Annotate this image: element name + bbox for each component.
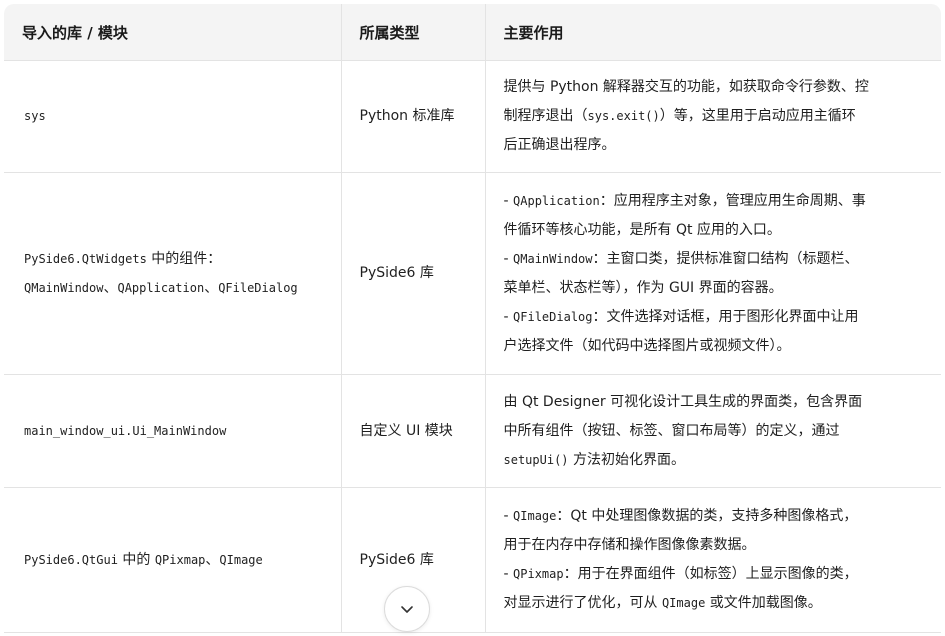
purpose-line: setupUi() 方法初始化界面。 xyxy=(503,451,685,468)
purpose-line: 后正确退出程序。 xyxy=(503,137,616,153)
cell-type: PySide6 库 xyxy=(340,172,485,375)
purpose-line: - QPixmap：用于在界面组件（如标签）上显示图像的类， xyxy=(503,566,858,582)
cell-purpose: 由 Qt Designer 可视化设计工具生成的界面类，包含界面 中所有组件（按… xyxy=(484,374,941,488)
table-row: PySide6.QtWidgets 中的组件： QMainWindow、QApp… xyxy=(4,172,941,375)
chevron-down-icon xyxy=(401,606,413,613)
header-module: 导入的库 / 模块 xyxy=(4,4,341,61)
cell-purpose: - QImage：Qt 中处理图像数据的类，支持多种图像格式， 用于在内存中存储… xyxy=(484,487,941,633)
purpose-line: 由 Qt Designer 可视化设计工具生成的界面类，包含界面 xyxy=(503,393,863,410)
cell-module: PySide6.QtGui 中的 QPixmap、QImage xyxy=(4,487,341,633)
cell-type: 自定义 UI 模块 xyxy=(340,374,485,488)
purpose-line: - QImage：Qt 中处理图像数据的类，支持多种图像格式， xyxy=(503,508,858,524)
purpose-line: - QApplication：应用程序主对象，管理应用生命周期、事 xyxy=(503,192,866,209)
cell-purpose: - QApplication：应用程序主对象，管理应用生命周期、事 件循环等核心… xyxy=(484,172,941,375)
table-header-row: 导入的库 / 模块 所属类型 主要作用 xyxy=(4,4,941,61)
header-type: 所属类型 xyxy=(340,4,485,61)
scroll-down-button[interactable] xyxy=(384,586,430,632)
cell-type: Python 标准库 xyxy=(340,60,485,173)
module-text: PySide6.QtGui 中的 QPixmap、QImage xyxy=(24,551,263,568)
module-text: QMainWindow、QApplication、QFileDialog xyxy=(24,279,298,296)
header-purpose: 主要作用 xyxy=(484,4,941,61)
purpose-line: 中所有组件（按钮、标签、窗口布局等）的定义，通过 xyxy=(503,422,840,439)
cell-purpose: 提供与 Python 解释器交互的功能，如获取命令行参数、控 制程序退出（sys… xyxy=(484,60,941,173)
table-row: main_window_ui.Ui_MainWindow 自定义 UI 模块 由… xyxy=(4,374,941,488)
purpose-line: 户选择文件（如代码中选择图片或视频文件）。 xyxy=(503,337,791,354)
modules-table: 导入的库 / 模块 所属类型 主要作用 sys Python 标准库 提供与 P… xyxy=(4,4,941,633)
module-text: PySide6.QtWidgets 中的组件： xyxy=(24,250,222,267)
table-row: sys Python 标准库 提供与 Python 解释器交互的功能，如获取命令… xyxy=(4,60,941,173)
purpose-line: 对显示进行了优化，可从 QImage 或文件加载图像。 xyxy=(503,595,822,611)
cell-module: sys xyxy=(4,60,341,173)
purpose-line: 提供与 Python 解释器交互的功能，如获取命令行参数、控 xyxy=(503,79,869,95)
purpose-line: - QMainWindow：主窗口类，提供标准窗口结构（标题栏、 xyxy=(503,250,859,267)
module-text: sys xyxy=(24,109,46,123)
purpose-line: 菜单栏、状态栏等），作为 GUI 界面的容器。 xyxy=(503,279,783,296)
table-row: PySide6.QtGui 中的 QPixmap、QImage PySide6 … xyxy=(4,487,941,633)
cell-module: main_window_ui.Ui_MainWindow xyxy=(4,374,341,488)
purpose-line: 用于在内存中存储和操作图像像素数据。 xyxy=(503,537,756,553)
module-text: main_window_ui.Ui_MainWindow xyxy=(24,423,227,438)
purpose-line: - QFileDialog：文件选择对话框，用于图形化界面中让用 xyxy=(503,308,859,325)
cell-module: PySide6.QtWidgets 中的组件： QMainWindow、QApp… xyxy=(4,172,341,375)
purpose-line: 制程序退出（sys.exit()）等，这里用于启动应用主循环 xyxy=(503,108,856,124)
purpose-line: 件循环等核心功能，是所有 Qt 应用的入口。 xyxy=(503,221,781,238)
